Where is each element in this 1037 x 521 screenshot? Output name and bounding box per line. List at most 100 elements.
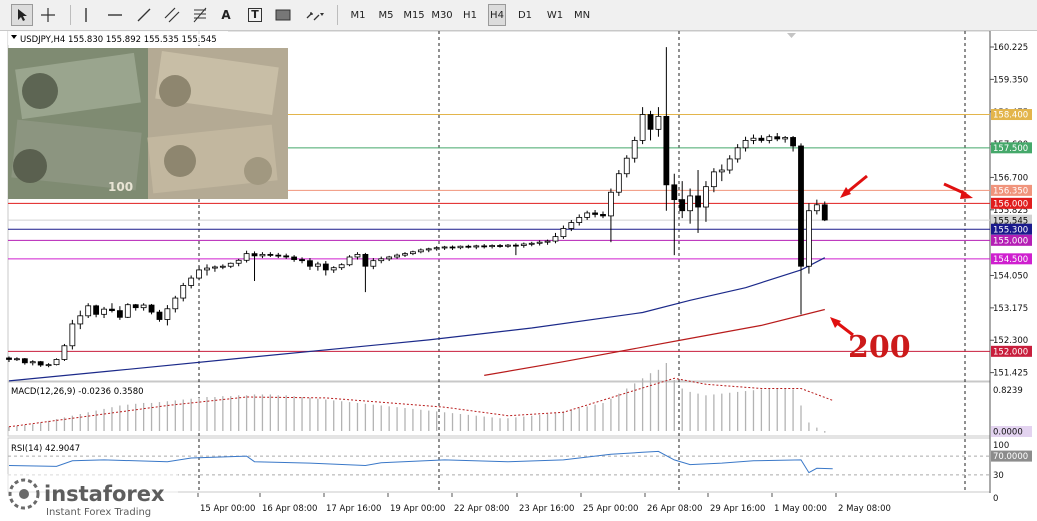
timeframe-mn-button[interactable]: MN xyxy=(571,4,593,26)
candle-body xyxy=(679,199,686,212)
candle-body xyxy=(394,254,400,258)
candle-body xyxy=(188,277,195,286)
candle-body xyxy=(647,114,654,130)
candle-body xyxy=(140,304,147,309)
candle-15 xyxy=(124,303,131,319)
candle-body xyxy=(275,254,282,257)
time-tick-label-4: 22 Apr 08:00 xyxy=(454,504,509,514)
candle-body xyxy=(639,114,646,141)
candle-body xyxy=(164,308,171,320)
candle-body xyxy=(37,361,44,366)
candle-body xyxy=(718,169,725,173)
candle-body xyxy=(592,212,598,215)
candle-body xyxy=(132,304,139,309)
time-tick-label-10: 2 May 08:00 xyxy=(838,504,891,514)
candle-body xyxy=(441,246,448,249)
candle-body xyxy=(116,310,123,318)
candle-8 xyxy=(69,319,76,350)
timeframe-m1-button[interactable]: M1 xyxy=(348,4,368,26)
candle-body xyxy=(61,345,68,360)
candle-body xyxy=(734,147,741,160)
text-label-icon[interactable]: T xyxy=(244,4,266,26)
candle-body xyxy=(109,308,115,312)
currency-photo: 100 xyxy=(8,48,288,199)
time-tick-label-7: 26 Apr 08:00 xyxy=(647,504,702,514)
candle-body xyxy=(346,256,353,266)
candle-body xyxy=(663,115,670,186)
price-tick-label-7: 153.175 xyxy=(993,304,1028,314)
timeframe-d1-button[interactable]: D1 xyxy=(516,4,534,26)
timeframe-m5-button[interactable]: M5 xyxy=(376,4,396,26)
candle-body xyxy=(124,304,131,318)
timeframe-m30-button[interactable]: M30 xyxy=(430,4,454,26)
cursor-icon[interactable] xyxy=(11,4,33,26)
equidistant-channel-icon[interactable] xyxy=(161,4,183,26)
candle-body xyxy=(568,222,575,229)
candle-body xyxy=(291,256,298,260)
candle-body xyxy=(156,311,163,320)
vertical-line-icon[interactable] xyxy=(76,4,96,26)
candle-body xyxy=(410,251,416,255)
candle-body xyxy=(69,323,76,347)
candle-body xyxy=(45,364,52,367)
candle-body xyxy=(710,171,717,188)
rsi-axis-label-1: 70.0000 xyxy=(993,452,1028,462)
timeframe-h1-button[interactable]: H1 xyxy=(460,4,480,26)
candle-body xyxy=(212,266,218,269)
candle-body xyxy=(6,357,12,360)
candle-body xyxy=(180,285,187,299)
price-tick-label-1: 159.350 xyxy=(993,75,1028,85)
candle-body xyxy=(600,214,606,217)
candle-body xyxy=(798,145,804,267)
rsi-axis-label-3: 0 xyxy=(993,494,998,504)
timeframe-h4-button[interactable]: H4 xyxy=(488,4,506,26)
candle-body xyxy=(299,259,305,262)
candle-body xyxy=(742,140,749,149)
candle-body xyxy=(782,137,789,140)
candle-body xyxy=(576,216,583,223)
candle-77 xyxy=(615,170,622,196)
candle-78 xyxy=(623,155,630,178)
candle-body xyxy=(370,260,377,267)
candle-body xyxy=(584,212,591,218)
candle-body xyxy=(354,253,361,258)
price-tick-label-0: 160.225 xyxy=(993,43,1028,53)
crosshair-icon[interactable] xyxy=(37,4,59,26)
macd-axis-zero: 0.0000 xyxy=(993,428,1023,438)
candle-body xyxy=(21,358,28,364)
horizontal-line-icon[interactable] xyxy=(104,4,126,26)
price-label-3: 156.000 xyxy=(993,200,1028,210)
candle-body xyxy=(243,253,250,261)
price-label-7: 154.500 xyxy=(993,255,1028,265)
time-tick-label-8: 29 Apr 16:00 xyxy=(710,504,765,514)
candle-body xyxy=(520,243,527,246)
candle-body xyxy=(362,253,369,267)
candle-body xyxy=(338,264,345,269)
candle-7 xyxy=(61,343,68,361)
candle-body xyxy=(695,195,701,208)
fibonacci-icon[interactable] xyxy=(189,4,211,26)
candle-body xyxy=(29,361,36,364)
candle-body xyxy=(512,244,519,247)
rsi-axis-label-2: 30 xyxy=(993,471,1004,481)
price-tick-label-8: 152.300 xyxy=(993,336,1028,346)
timeframe-m15-button[interactable]: M15 xyxy=(402,4,426,26)
candle-body xyxy=(85,305,92,317)
candle-body xyxy=(172,297,179,310)
candle-body xyxy=(560,228,567,238)
candle-body xyxy=(806,210,812,267)
rectangle-shape-icon[interactable] xyxy=(272,4,294,26)
timeframe-w1-button[interactable]: W1 xyxy=(544,4,566,26)
trendline-icon[interactable] xyxy=(133,4,155,26)
candle-body xyxy=(766,136,773,141)
candle-43 xyxy=(346,255,353,267)
arrows-menu-icon[interactable] xyxy=(302,4,328,26)
rsi-axis-label-0: 100 xyxy=(993,441,1009,451)
candle-body xyxy=(425,248,432,251)
candle-body xyxy=(631,140,638,159)
candle-body xyxy=(473,245,480,248)
watermark-brand: instaforex xyxy=(44,482,165,506)
text-icon[interactable]: A xyxy=(216,4,236,26)
macd-label: MACD(12,26,9) -0.0236 0.3580 xyxy=(11,387,144,397)
candle-body xyxy=(615,173,622,193)
